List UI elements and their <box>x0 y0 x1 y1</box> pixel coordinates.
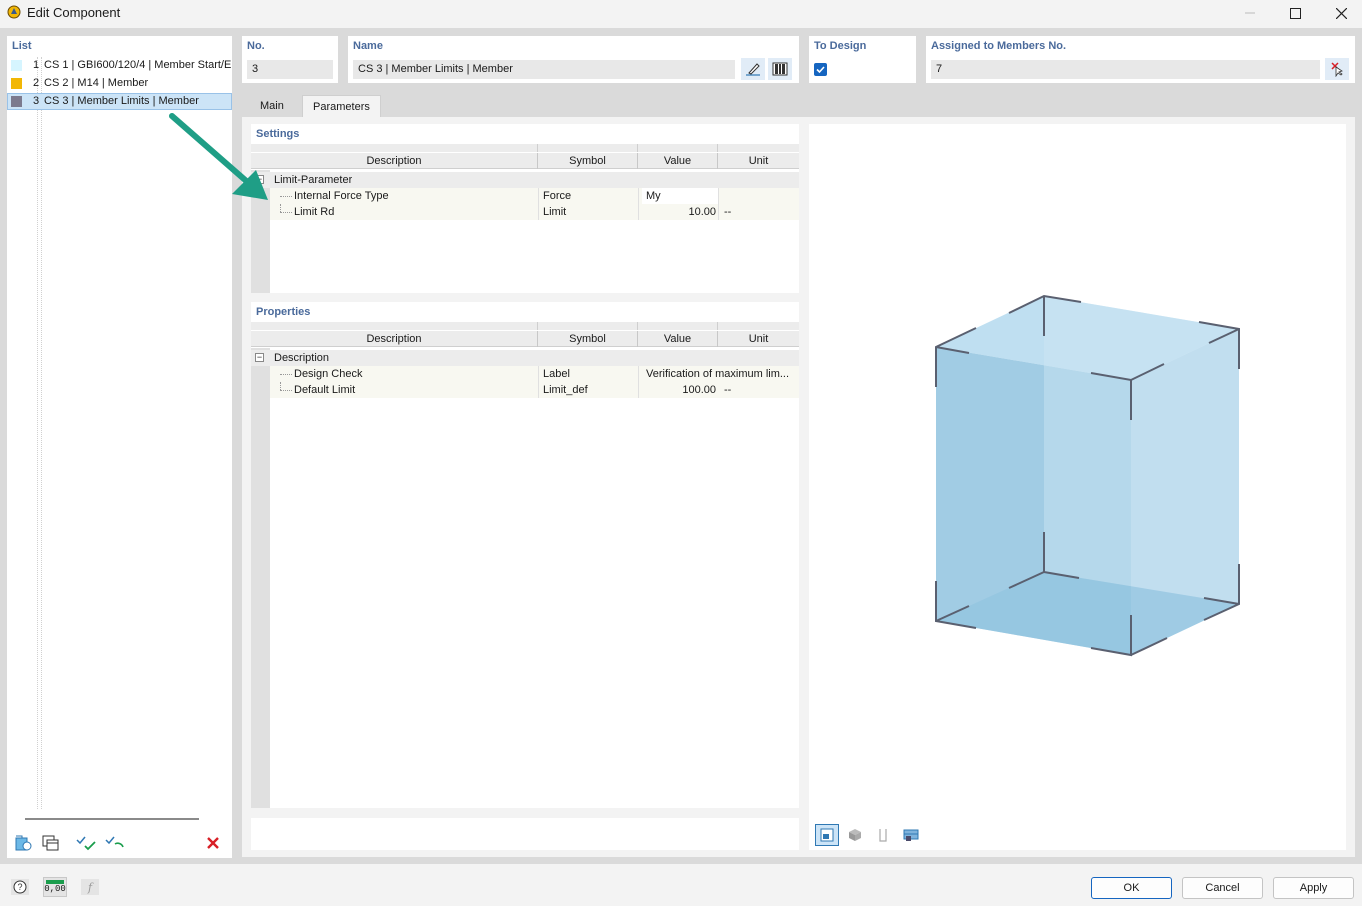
column-header-unit[interactable]: Unit <box>718 153 799 169</box>
list-item-number: 2 <box>33 77 40 89</box>
list-divider <box>41 57 42 809</box>
formula-button[interactable]: f <box>78 876 102 898</box>
edit-name-button[interactable] <box>741 58 765 80</box>
row-value[interactable]: My <box>642 188 718 204</box>
number-label: No. <box>247 40 265 52</box>
table-row[interactable]: Design Check Label Verification of maxim… <box>270 366 799 382</box>
cross-section-3d-preview <box>935 294 1240 657</box>
row-value[interactable]: Verification of maximum lim... <box>642 366 798 382</box>
list-title: List <box>12 40 32 52</box>
column-header-unit[interactable]: Unit <box>718 331 799 347</box>
row-unit <box>723 188 793 204</box>
group-label: Description <box>274 352 330 364</box>
check-all-button[interactable] <box>74 832 98 854</box>
name-label: Name <box>353 40 383 52</box>
horizontal-scrollbar[interactable] <box>25 818 199 820</box>
copy-component-button[interactable] <box>39 832 63 854</box>
to-design-label: To Design <box>814 40 867 52</box>
column-header-value[interactable]: Value <box>638 153 718 169</box>
column-header-symbol[interactable]: Symbol <box>538 153 638 169</box>
row-symbol: Force <box>543 190 572 202</box>
row-description: Limit Rd <box>294 206 335 218</box>
tab-parameters[interactable]: Parameters <box>302 95 381 118</box>
svg-text:?: ? <box>17 882 22 892</box>
help-button[interactable]: ? <box>8 876 32 898</box>
title-bar: Edit Component <box>0 0 1362 28</box>
properties-header-band <box>251 322 799 330</box>
maximize-button[interactable] <box>1272 0 1318 26</box>
column-header-value[interactable]: Value <box>638 331 718 347</box>
close-button[interactable] <box>1318 0 1362 26</box>
properties-table-header: Description Symbol Value Unit <box>251 331 799 347</box>
select-members-button[interactable] <box>1325 58 1349 80</box>
to-design-group: To Design <box>809 36 916 83</box>
decimal-places-button[interactable]: 0,00 <box>43 877 67 897</box>
group-label: Limit-Parameter <box>274 174 353 186</box>
row-description: Design Check <box>294 368 363 380</box>
assigned-members-group: Assigned to Members No. 7 <box>926 36 1355 83</box>
library-button[interactable] <box>768 58 792 80</box>
list-item-number: 3 <box>33 95 40 107</box>
view-section-button[interactable] <box>871 824 895 846</box>
info-area <box>251 818 799 850</box>
uncheck-all-button[interactable] <box>103 832 127 854</box>
row-description: Default Limit <box>294 384 356 396</box>
collapse-icon[interactable]: − <box>255 353 264 362</box>
preview-panel <box>809 124 1346 850</box>
row-symbol: Label <box>543 368 570 380</box>
view-solid-button[interactable] <box>843 824 867 846</box>
ok-button[interactable]: OK <box>1091 877 1172 899</box>
table-row[interactable]: Limit Rd Limit 10.00 -- <box>270 204 799 220</box>
view-render-button[interactable] <box>899 824 923 846</box>
row-unit: -- <box>724 206 732 218</box>
column-header-symbol[interactable]: Symbol <box>538 331 638 347</box>
number-field[interactable]: 3 <box>247 60 333 79</box>
properties-title: Properties <box>256 306 311 318</box>
row-unit: -- <box>724 384 732 396</box>
list-item-name: CS 2 | M14 | Member <box>44 77 149 89</box>
group-row-limit-parameter[interactable]: − Limit-Parameter <box>251 172 799 188</box>
settings-header-band <box>251 144 799 152</box>
cancel-button[interactable]: Cancel <box>1182 877 1263 899</box>
group-row-description[interactable]: − Description <box>251 350 799 366</box>
properties-group: Properties Description Symbol Value Unit… <box>251 302 799 808</box>
list-item-1[interactable]: 1 CS 1 | GBI600/120/4 | Member Start/End <box>7 57 232 74</box>
settings-group: Settings Description Symbol Value Unit −… <box>251 124 799 293</box>
table-row[interactable]: Internal Force Type Force My <box>270 188 799 204</box>
table-row[interactable]: Default Limit Limit_def 100.00 -- <box>270 382 799 398</box>
row-symbol: Limit_def <box>543 384 588 396</box>
row-gutter <box>251 348 270 808</box>
assigned-members-field[interactable]: 7 <box>931 60 1320 79</box>
list-divider <box>37 57 38 809</box>
color-swatch <box>11 96 22 107</box>
row-description: Internal Force Type <box>294 190 389 202</box>
view-default-button[interactable] <box>815 824 839 846</box>
name-field[interactable]: CS 3 | Member Limits | Member <box>353 60 735 79</box>
window-title: Edit Component <box>27 5 121 20</box>
row-value[interactable]: 100.00 <box>642 382 716 398</box>
column-header-description[interactable]: Description <box>251 331 538 347</box>
color-swatch <box>11 78 22 89</box>
row-value[interactable]: 10.00 <box>642 204 716 220</box>
color-swatch <box>11 60 22 71</box>
apply-button[interactable]: Apply <box>1273 877 1354 899</box>
delete-button[interactable] <box>201 832 225 854</box>
annotation-arrow <box>169 113 268 200</box>
row-symbol: Limit <box>543 206 567 218</box>
minimize-button[interactable] <box>1227 0 1273 26</box>
settings-table-header: Description Symbol Value Unit <box>251 153 799 169</box>
list-item-number: 1 <box>33 59 40 71</box>
assigned-members-label: Assigned to Members No. <box>931 40 1067 52</box>
column-header-description[interactable]: Description <box>251 153 538 169</box>
app-icon <box>7 5 21 19</box>
new-component-button[interactable] <box>11 832 35 854</box>
name-group: Name CS 3 | Member Limits | Member <box>348 36 799 83</box>
to-design-checkbox[interactable] <box>814 63 827 76</box>
list-item-name: CS 1 | GBI600/120/4 | Member Start/End <box>44 59 232 71</box>
number-group: No. 3 <box>242 36 338 83</box>
list-item-2[interactable]: 2 CS 2 | M14 | Member <box>7 75 232 92</box>
decimal-icon-text: 0,00 <box>44 884 66 894</box>
